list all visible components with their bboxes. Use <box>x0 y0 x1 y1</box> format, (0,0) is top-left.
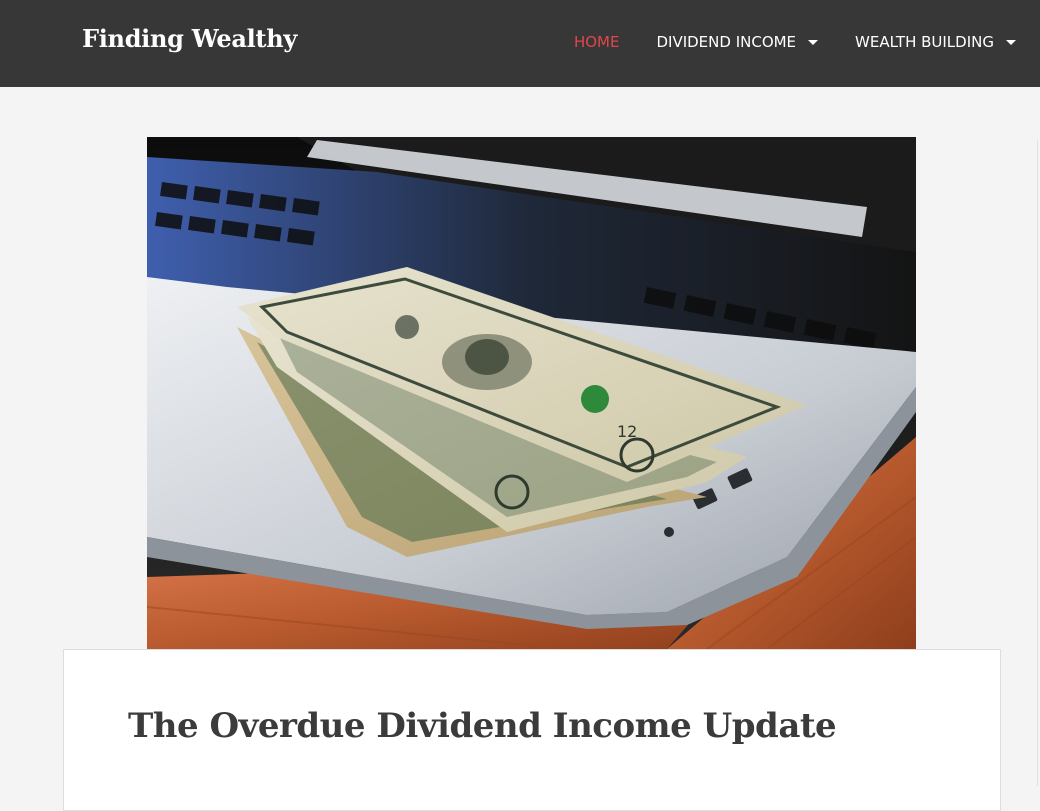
site-title-link[interactable]: Finding Wealthy <box>82 24 297 53</box>
nav-item-dividend-income[interactable]: DIVIDEND INCOME <box>656 33 819 51</box>
caret-down-icon <box>808 40 819 45</box>
nav-item-wealth-building-label: WEALTH BUILDING <box>855 33 994 51</box>
post-card: The Overdue Dividend Income Update <box>63 649 1001 811</box>
nav-item-home[interactable]: HOME <box>574 33 620 51</box>
post-title[interactable]: The Overdue Dividend Income Update <box>128 706 837 746</box>
nav-item-wealth-building[interactable]: WEALTH BUILDING <box>855 33 1016 51</box>
nav-item-dividend-income-label: DIVIDEND INCOME <box>656 33 797 51</box>
nav-item-home-label: HOME <box>573 33 620 51</box>
laptop-dollar-bills-photo: 12 <box>147 137 916 649</box>
main-navigation: HOME DIVIDEND INCOME WEALTH BUILDING <box>537 33 1016 51</box>
featured-image[interactable]: 12 <box>147 137 916 649</box>
caret-down-icon <box>1006 40 1016 45</box>
page-edge-line <box>1037 140 1038 786</box>
svg-text:12: 12 <box>617 422 637 441</box>
site-header: Finding Wealthy HOME DIVIDEND INCOME WEA… <box>0 0 1040 87</box>
